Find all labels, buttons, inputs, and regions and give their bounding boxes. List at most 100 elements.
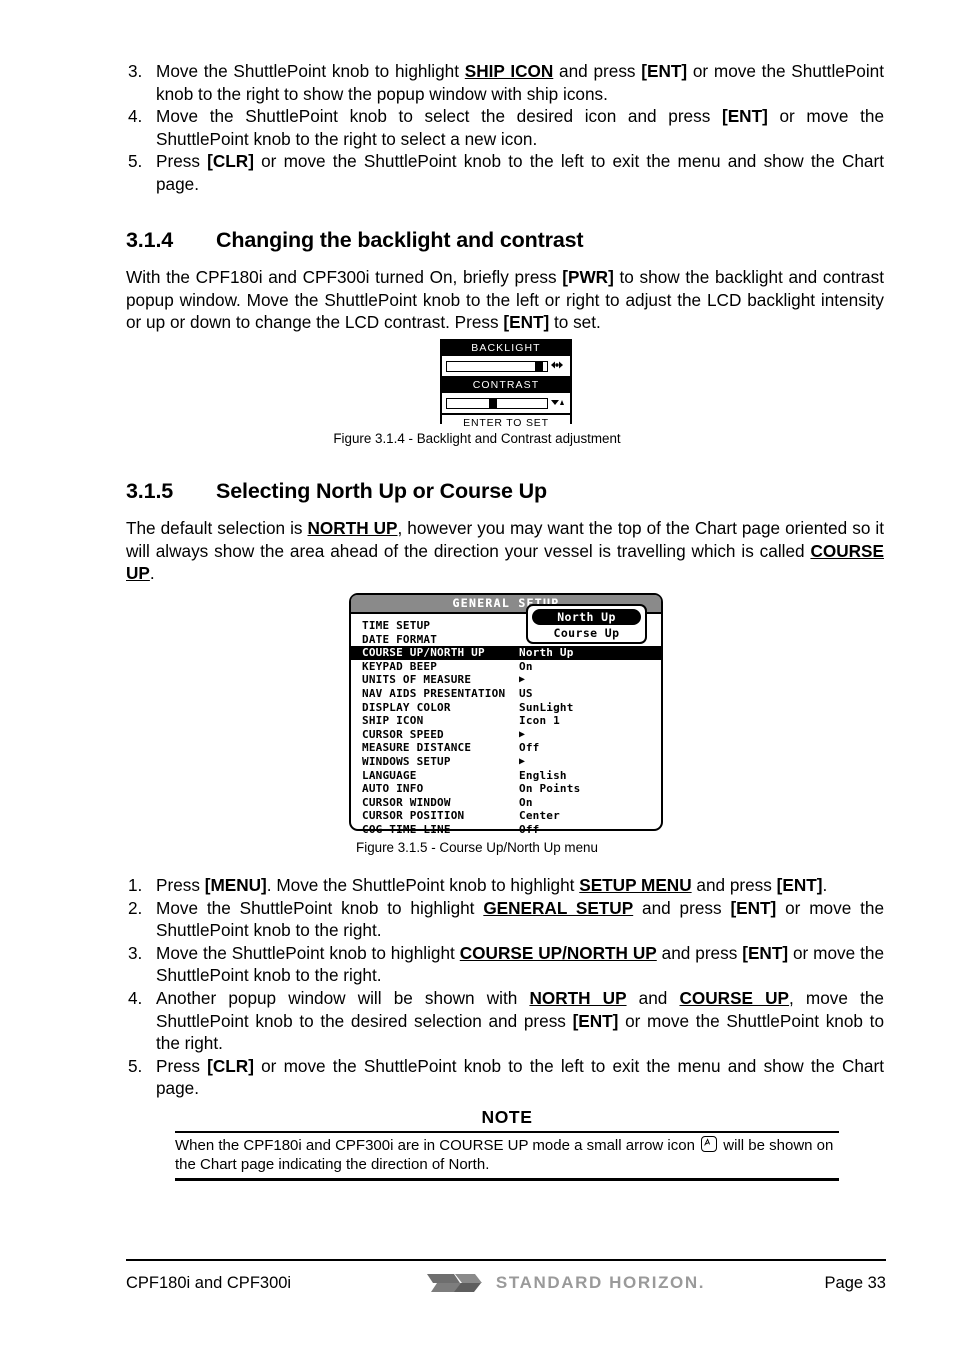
general-setup-row-list: TIME SETUP DATE FORMAT COURSE UP/NORTH UP N… bbox=[351, 614, 661, 837]
submenu-arrow-icon: ▶ bbox=[519, 755, 526, 767]
list-item-marker: 4. bbox=[128, 106, 143, 127]
footer-rule bbox=[126, 1259, 886, 1261]
backlight-slider-knob[interactable] bbox=[535, 361, 543, 371]
backlight-title: BACKLIGHT bbox=[442, 341, 570, 356]
menu-row-value: North Up bbox=[519, 646, 574, 660]
text-run: and press bbox=[656, 942, 743, 963]
menu-row-language[interactable]: LANGUAGE English bbox=[351, 769, 661, 783]
text-run: Another popup window will be shown with bbox=[156, 987, 530, 1008]
menu-row-label: TIME SETUP bbox=[362, 619, 431, 632]
menu-row-display-color[interactable]: DISPLAY COLOR SunLight bbox=[351, 701, 661, 715]
menu-row-label: MEASURE DISTANCE bbox=[362, 741, 472, 755]
menu-row-ship-icon[interactable]: SHIP ICON Icon 1 bbox=[351, 714, 661, 728]
text-run: . Move the ShuttlePoint knob to highligh… bbox=[266, 875, 580, 895]
key-label: [ENT] bbox=[641, 61, 688, 81]
text-run: or move the ShuttlePoint knob to the lef… bbox=[156, 151, 884, 194]
menu-row-label: CURSOR WINDOW bbox=[362, 795, 451, 809]
popup-option-course-up[interactable]: Course Up bbox=[532, 625, 641, 641]
menu-row-cursor-speed[interactable]: CURSOR SPEED ▶ bbox=[351, 728, 661, 742]
brand-logo: STANDARD HORIZON. bbox=[376, 1272, 756, 1294]
enter-to-set-label: ENTER TO SET bbox=[442, 415, 570, 432]
backlight-slider[interactable] bbox=[446, 360, 548, 372]
contrast-title: CONTRAST bbox=[442, 378, 570, 393]
section-number-314: 3.1.4 bbox=[126, 228, 174, 252]
text-run: Press bbox=[156, 875, 205, 895]
menu-row-label: SHIP ICON bbox=[362, 714, 424, 728]
menu-row-label: LANGUAGE bbox=[362, 768, 417, 782]
text-run: to set. bbox=[549, 312, 601, 333]
menu-row-measure-distance[interactable]: MEASURE DISTANCE Off bbox=[351, 741, 661, 755]
list-item: 5. Press [CLR] or move the ShuttlePoint k… bbox=[126, 1055, 884, 1100]
menu-row-value: Off bbox=[519, 741, 540, 755]
menu-row-value: Icon 1 bbox=[519, 714, 560, 728]
section-title-315: Selecting North Up or Course Up bbox=[216, 479, 548, 503]
list-item-text: Press [MENU]. Move the ShuttlePoint knob… bbox=[156, 874, 884, 897]
menu-row-cursor-position[interactable]: CURSOR POSITION Center bbox=[351, 809, 661, 823]
document-page: 3. Move the ShuttlePoint knob to highligh… bbox=[0, 0, 954, 1354]
menu-row-units-of-measure[interactable]: UNITS OF MEASURE ▶ bbox=[351, 673, 661, 687]
menu-row-keypad-beep[interactable]: KEYPAD BEEP On bbox=[351, 660, 661, 674]
menu-row-label: COG TIME LINE bbox=[362, 822, 451, 836]
list-item: 1. Press [MENU]. Move the ShuttlePoint kn… bbox=[126, 874, 884, 897]
key-label: [ENT] bbox=[776, 875, 823, 895]
menu-row-course-up-north-up[interactable]: COURSE UP/NORTH UP North Up bbox=[351, 646, 661, 660]
emphasis-label: COURSE UP/NORTH UP bbox=[459, 942, 657, 963]
menu-row-auto-info[interactable]: AUTO INFO On Points bbox=[351, 782, 661, 796]
menu-row-value: US bbox=[519, 686, 533, 700]
menu-row-windows-setup[interactable]: WINDOWS SETUP ▶ bbox=[351, 755, 661, 769]
note-title: NOTE bbox=[481, 1107, 533, 1127]
key-label: [MENU] bbox=[204, 875, 267, 895]
list-item-text: Move the ShuttlePoint knob to highlight … bbox=[156, 942, 884, 987]
submenu-arrow-icon: ▶ bbox=[519, 728, 526, 740]
list-item: 4. Move the ShuttlePoint knob to select t… bbox=[126, 105, 884, 150]
menu-row-label: NAV AIDS PRESENTATION bbox=[362, 686, 506, 700]
emphasis-label: GENERAL SETUP bbox=[483, 897, 634, 918]
list-item-text: Move the ShuttlePoint knob to select the… bbox=[156, 105, 884, 150]
standard-horizon-logo-icon bbox=[426, 1272, 489, 1294]
footer-model-text: CPF180i and CPF300i bbox=[126, 1273, 292, 1292]
page-number: Page 33 bbox=[824, 1273, 886, 1292]
brand-logo-text: STANDARD HORIZON. bbox=[495, 1273, 706, 1292]
key-label: [CLR] bbox=[207, 1055, 254, 1076]
emphasis-label: SETUP MENU bbox=[579, 875, 692, 895]
contrast-slider[interactable] bbox=[446, 397, 548, 409]
brightness-icon bbox=[548, 360, 566, 373]
list-item-marker: 2. bbox=[128, 897, 143, 918]
emphasis-label: SHIP ICON bbox=[464, 61, 554, 81]
north-arrow-icon bbox=[701, 1136, 718, 1152]
list-item-text: Press [CLR] or move the ShuttlePoint kno… bbox=[156, 1055, 884, 1100]
text-run: and press bbox=[633, 897, 731, 918]
menu-row-value: Center bbox=[519, 809, 560, 823]
menu-row-nav-aids-presentation[interactable]: NAV AIDS PRESENTATION US bbox=[351, 687, 661, 701]
key-label: [PWR] bbox=[562, 267, 614, 287]
list-item-marker: 5. bbox=[128, 1055, 143, 1076]
list-item-text: Move the ShuttlePoint knob to highlight … bbox=[156, 897, 884, 942]
list-item-text: Move the ShuttlePoint knob to highlight … bbox=[156, 60, 884, 105]
menu-row-value: English bbox=[519, 768, 567, 782]
figure-caption-314: Figure 3.1.4 - Backlight and Contrast ad… bbox=[333, 431, 621, 446]
section-heading-314: 3.1.4 Changing the backlight and contrast bbox=[126, 228, 886, 253]
menu-row-label: DATE FORMAT bbox=[362, 632, 438, 646]
backlight-contrast-popup: BACKLIGHT CONTRAST ENTER TO SET bbox=[440, 339, 572, 432]
list-item-marker: 5. bbox=[128, 151, 143, 172]
key-label: [CLR] bbox=[207, 151, 254, 172]
menu-row-cursor-window[interactable]: CURSOR WINDOW On bbox=[351, 796, 661, 810]
key-label: [ENT] bbox=[572, 1010, 619, 1031]
section-heading-315: 3.1.5 Selecting North Up or Course Up bbox=[126, 479, 886, 504]
note-bottom-rule bbox=[175, 1178, 839, 1181]
menu-row-cog-time-line[interactable]: COG TIME LINE Off bbox=[351, 823, 661, 837]
menu-row-label: CURSOR SPEED bbox=[362, 727, 444, 741]
text-run: Move the ShuttlePoint knob to select the… bbox=[156, 106, 722, 127]
text-run: Move the ShuttlePoint knob to highlight bbox=[156, 61, 465, 81]
text-run: Move the ShuttlePoint knob to highlight bbox=[156, 942, 460, 963]
instruction-list-top: 3. Move the ShuttlePoint knob to highligh… bbox=[126, 60, 884, 196]
page-footer: CPF180i and CPF300i STANDARD HORIZON. Pa… bbox=[126, 1266, 886, 1300]
menu-row-label: COURSE UP/NORTH UP bbox=[362, 646, 485, 660]
popup-option-north-up[interactable]: North Up bbox=[532, 609, 641, 625]
list-item-text: Another popup window will be shown with … bbox=[156, 987, 884, 1055]
section-number-315: 3.1.5 bbox=[126, 479, 174, 503]
text-run: Press bbox=[156, 151, 208, 172]
section-paragraph-314: With the CPF180i and CPF300i turned On, … bbox=[126, 266, 884, 334]
contrast-slider-knob[interactable] bbox=[489, 398, 497, 408]
emphasis-label: COURSE UP bbox=[679, 987, 790, 1008]
